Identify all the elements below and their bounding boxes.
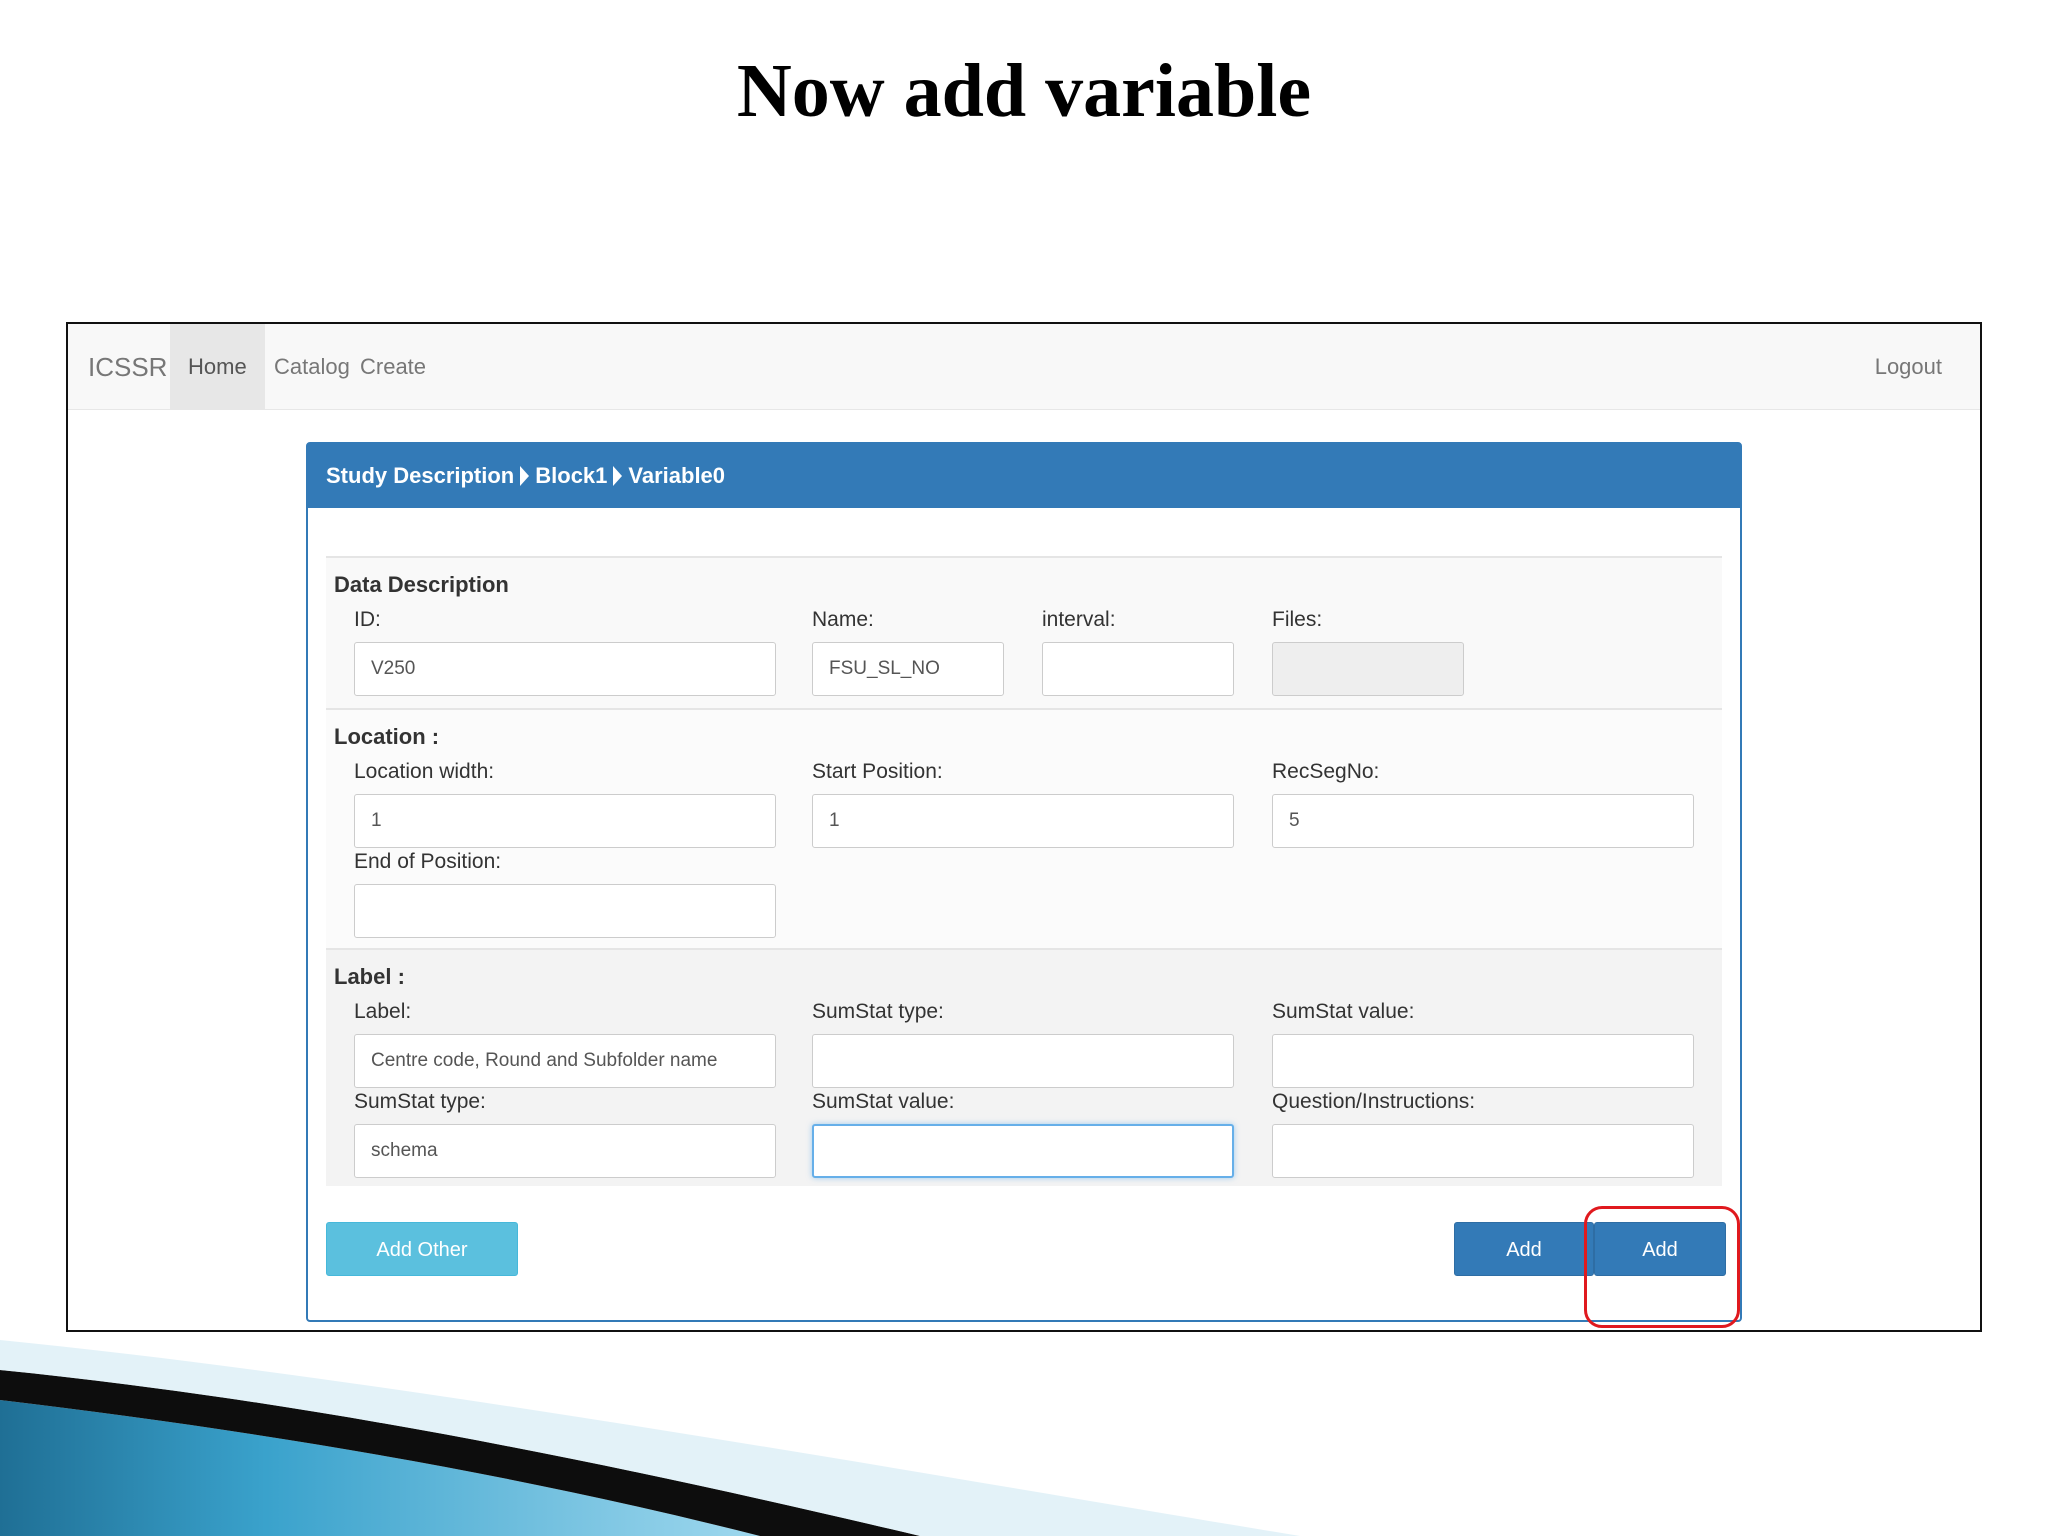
nav-home[interactable]: Home — [170, 324, 265, 410]
label-field[interactable]: Centre code, Round and Subfolder name — [354, 1034, 776, 1088]
variable-form: Data Description ID: V250 Name: FSU_SL_N… — [326, 556, 1722, 1186]
app-screenshot: ICSSR Home Catalog Create Logout Study D… — [66, 322, 1982, 1332]
section-title: Location : — [334, 724, 440, 749]
sumstat-type-field-2[interactable]: schema — [354, 1124, 776, 1178]
sumstat-value-field[interactable] — [1272, 1034, 1694, 1088]
question-instructions-label: Question/Instructions: — [1272, 1090, 1476, 1113]
recsegno-field[interactable]: 5 — [1272, 794, 1694, 848]
sumstat-type-label-2: SumStat type: — [354, 1090, 486, 1113]
decorative-swoosh — [0, 1340, 1300, 1536]
label-label: Label: — [354, 1000, 412, 1023]
navbar-brand[interactable]: ICSSR — [88, 324, 167, 410]
variable-panel: Study Description Block1 Variable0 Data … — [306, 442, 1742, 1328]
files-field — [1272, 642, 1464, 696]
location-width-label: Location width: — [354, 760, 495, 783]
nav-create[interactable]: Create — [342, 324, 444, 410]
breadcrumb-variable[interactable]: Variable0 — [628, 463, 725, 489]
nav-logout[interactable]: Logout — [1857, 324, 1960, 410]
top-navbar: ICSSR Home Catalog Create Logout — [68, 324, 1980, 410]
breadcrumb-arrow-icon — [613, 466, 623, 486]
interval-label: interval: — [1042, 608, 1116, 631]
sumstat-type-field[interactable] — [812, 1034, 1234, 1088]
start-position-label: Start Position: — [812, 760, 943, 783]
slide-title: Now add variable — [736, 49, 1312, 133]
data-description-section: Data Description ID: V250 Name: FSU_SL_N… — [326, 556, 1722, 708]
sumstat-type-label: SumStat type: — [812, 1000, 944, 1023]
end-position-field[interactable] — [354, 884, 776, 938]
question-instructions-field[interactable] — [1272, 1124, 1694, 1178]
breadcrumb-block[interactable]: Block1 — [535, 463, 607, 489]
files-label: Files: — [1272, 608, 1323, 631]
location-section: Location : Location width: 1 Start Posit… — [326, 708, 1722, 948]
name-field[interactable]: FSU_SL_NO — [812, 642, 1004, 696]
id-label: ID: — [354, 608, 381, 631]
add-other-materials-button[interactable]: Add Other Materials — [326, 1222, 518, 1315]
breadcrumb-study-description[interactable]: Study Description — [326, 463, 514, 489]
recsegno-label: RecSegNo: — [1272, 760, 1380, 783]
name-label: Name: — [812, 608, 874, 631]
add-category-button[interactable]: Add Category — [1454, 1222, 1594, 1315]
sumstat-value-label: SumStat value: — [1272, 1000, 1415, 1023]
interval-field[interactable] — [1042, 642, 1234, 696]
breadcrumb-arrow-icon — [520, 466, 530, 486]
sumstat-value-label-2: SumStat value: — [812, 1090, 955, 1113]
section-title: Data Description — [334, 572, 509, 597]
panel-breadcrumb: Study Description Block1 Variable0 — [308, 444, 1740, 508]
end-position-label: End of Position: — [354, 850, 502, 873]
location-width-field[interactable]: 1 — [354, 794, 776, 848]
start-position-field[interactable]: 1 — [812, 794, 1234, 848]
section-title: Label : — [334, 964, 405, 989]
label-section: Label : Label: Centre code, Round and Su… — [326, 948, 1722, 1186]
id-field[interactable]: V250 — [354, 642, 776, 696]
sumstat-value-field-2[interactable] — [812, 1124, 1234, 1178]
